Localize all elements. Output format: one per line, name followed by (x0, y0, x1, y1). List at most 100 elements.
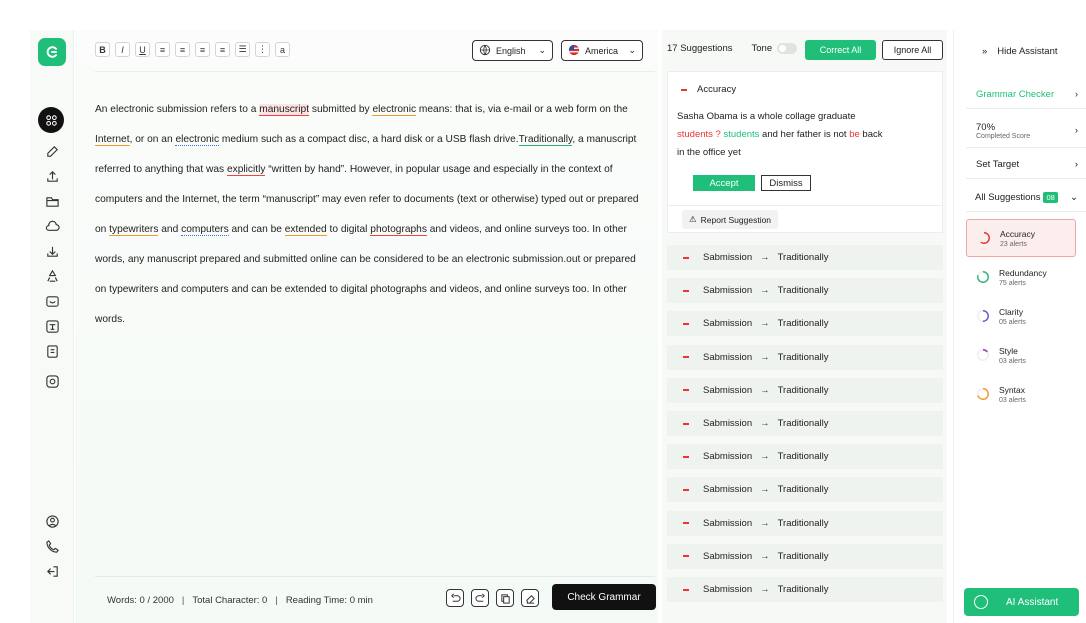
suggestion-row[interactable]: Sabmission → Traditionally (667, 377, 943, 403)
original-word: Sabmission (703, 252, 753, 263)
suggestion-row[interactable]: Sabmission → Traditionally (667, 543, 943, 569)
upload-icon[interactable] (44, 168, 60, 184)
align-justify-icon[interactable]: ≡ (175, 42, 190, 57)
suggestion-row[interactable]: Sabmission → Traditionally (667, 411, 943, 436)
report-icon[interactable] (44, 373, 60, 389)
logout-icon[interactable] (44, 563, 60, 579)
arrow-right-icon: → (760, 418, 770, 429)
all-suggestions-item[interactable]: All Suggestions 08 ⌄ (966, 184, 1086, 212)
minus-icon[interactable] (681, 88, 687, 91)
hide-assistant-button[interactable]: » Hide Assistant (982, 46, 1058, 57)
accept-button[interactable]: Accept (693, 175, 755, 191)
underline-icon[interactable]: U (135, 42, 150, 57)
category-name: Accuracy (1000, 228, 1035, 239)
redo-icon[interactable] (471, 589, 489, 607)
app-logo-icon[interactable] (38, 38, 66, 66)
format-toolbar: B I U ≡ ≡ ≡ ≡ ☰ ⋮ a (95, 42, 290, 57)
dashboard-icon[interactable] (38, 107, 64, 133)
check-grammar-button[interactable]: Check Grammar (552, 584, 656, 610)
align-center-icon[interactable]: ≡ (155, 42, 170, 57)
mail-icon[interactable] (44, 293, 60, 309)
category-accuracy[interactable]: Accuracy 23 alerts (966, 219, 1076, 257)
align-left-icon[interactable]: ≡ (195, 42, 210, 57)
suggestion-row[interactable]: Sabmission → Traditionally (667, 477, 943, 503)
report-suggestion-button[interactable]: ⚠ Report Suggestion (682, 210, 779, 229)
bullet-list-icon[interactable]: ☰ (235, 42, 250, 57)
tone-toggle[interactable] (777, 43, 798, 54)
grammar-checker-item[interactable]: Grammar Checker › (966, 81, 1086, 109)
undo-icon[interactable] (446, 589, 464, 607)
suggestion-row[interactable]: Sabmission → Traditionally (667, 311, 943, 337)
minus-icon[interactable] (683, 522, 689, 525)
copy-icon[interactable] (496, 589, 514, 607)
region-select[interactable]: America ⌄ (561, 40, 643, 61)
user-icon[interactable] (44, 513, 60, 529)
document-icon[interactable] (44, 343, 60, 359)
translate-icon[interactable] (44, 318, 60, 334)
category-text: Style 03 alerts (999, 346, 1026, 365)
flagged-word[interactable]: Internet (95, 134, 130, 146)
category-text: Syntax 03 alerts (999, 385, 1026, 404)
flagged-word[interactable]: electronic (175, 134, 220, 146)
minus-icon[interactable] (683, 488, 689, 491)
progress-ring-icon (977, 271, 989, 283)
flagged-word[interactable]: explicitly (226, 164, 266, 176)
minus-icon[interactable] (683, 322, 689, 325)
replacement-word: Traditionally (777, 318, 829, 330)
minus-icon[interactable] (683, 422, 689, 425)
download-icon[interactable] (44, 243, 60, 259)
minus-icon[interactable] (683, 389, 689, 392)
suggestion-row[interactable]: Sabmission → Traditionally (667, 577, 943, 602)
flagged-word[interactable]: photographs (370, 224, 427, 236)
category-syntax[interactable]: Syntax 03 alerts (966, 375, 1076, 413)
ai-assistant-button[interactable]: AI Assistant (964, 588, 1079, 616)
phone-icon[interactable] (44, 538, 60, 554)
score-item[interactable]: 70% Completed Score › (966, 114, 1086, 148)
recycle-icon[interactable] (44, 268, 60, 284)
italic-icon[interactable]: I (115, 42, 130, 57)
minus-icon[interactable] (683, 555, 689, 558)
category-redundancy[interactable]: Redundancy 75 alerts (966, 258, 1076, 296)
minus-icon[interactable] (683, 588, 689, 591)
minus-icon[interactable] (683, 356, 689, 359)
correct-all-button[interactable]: Correct All (805, 40, 876, 60)
suggestion-row[interactable]: Sabmission → Traditionally (667, 444, 943, 470)
set-target-item[interactable]: Set Target › (966, 151, 1086, 179)
language-label: English (496, 45, 526, 56)
flagged-word[interactable]: extended (284, 224, 327, 236)
category-style[interactable]: Style 03 alerts (966, 336, 1076, 374)
replacement-word: Traditionally (777, 517, 829, 529)
eraser-icon[interactable] (521, 589, 539, 607)
minus-icon[interactable] (683, 289, 689, 292)
editor-text-area[interactable]: An electronic submission refers to a man… (95, 95, 640, 335)
numbered-list-icon[interactable]: ⋮ (255, 42, 270, 57)
flagged-word[interactable]: manuscript (259, 104, 310, 116)
language-select[interactable]: English ⌄ (472, 40, 553, 61)
category-clarity[interactable]: Clarity 05 alerts (966, 297, 1076, 335)
original-word: Sabmission (703, 318, 753, 330)
edit-icon[interactable] (44, 143, 60, 159)
text-case-icon[interactable]: a (275, 42, 290, 57)
flagged-word[interactable]: Traditionally (518, 134, 573, 146)
minus-icon[interactable] (683, 455, 689, 458)
folder-icon[interactable] (44, 193, 60, 209)
editor-stats: Words: 0 / 2000 | Total Character: 0 | R… (107, 595, 373, 606)
align-right-icon[interactable]: ≡ (215, 42, 230, 57)
category-text: Accuracy 23 alerts (1000, 229, 1035, 248)
bold-icon[interactable]: B (95, 42, 110, 57)
suggestion-row[interactable]: Sabmission → Traditionally (667, 344, 943, 370)
report-label: Report Suggestion (700, 214, 772, 225)
cloud-icon[interactable] (44, 218, 60, 234)
suggestion-row[interactable]: Sabmission → Traditionally (667, 278, 943, 304)
minus-icon[interactable] (683, 256, 689, 259)
flagged-word[interactable]: computers (181, 224, 229, 236)
flagged-word[interactable]: electronic (372, 104, 417, 116)
suggestion-row[interactable]: Sabmission → Traditionally (667, 510, 943, 536)
ignore-all-button[interactable]: Ignore All (882, 40, 943, 60)
flagged-word[interactable]: typewriters (109, 224, 159, 236)
dismiss-button[interactable]: Dismiss (761, 175, 811, 191)
tone-label: Tone (751, 43, 773, 54)
card-title: Accuracy (681, 84, 736, 95)
suggestions-header: 17 Suggestions Tone (667, 43, 798, 54)
suggestion-row[interactable]: Sabmission → Traditionally (667, 245, 943, 270)
